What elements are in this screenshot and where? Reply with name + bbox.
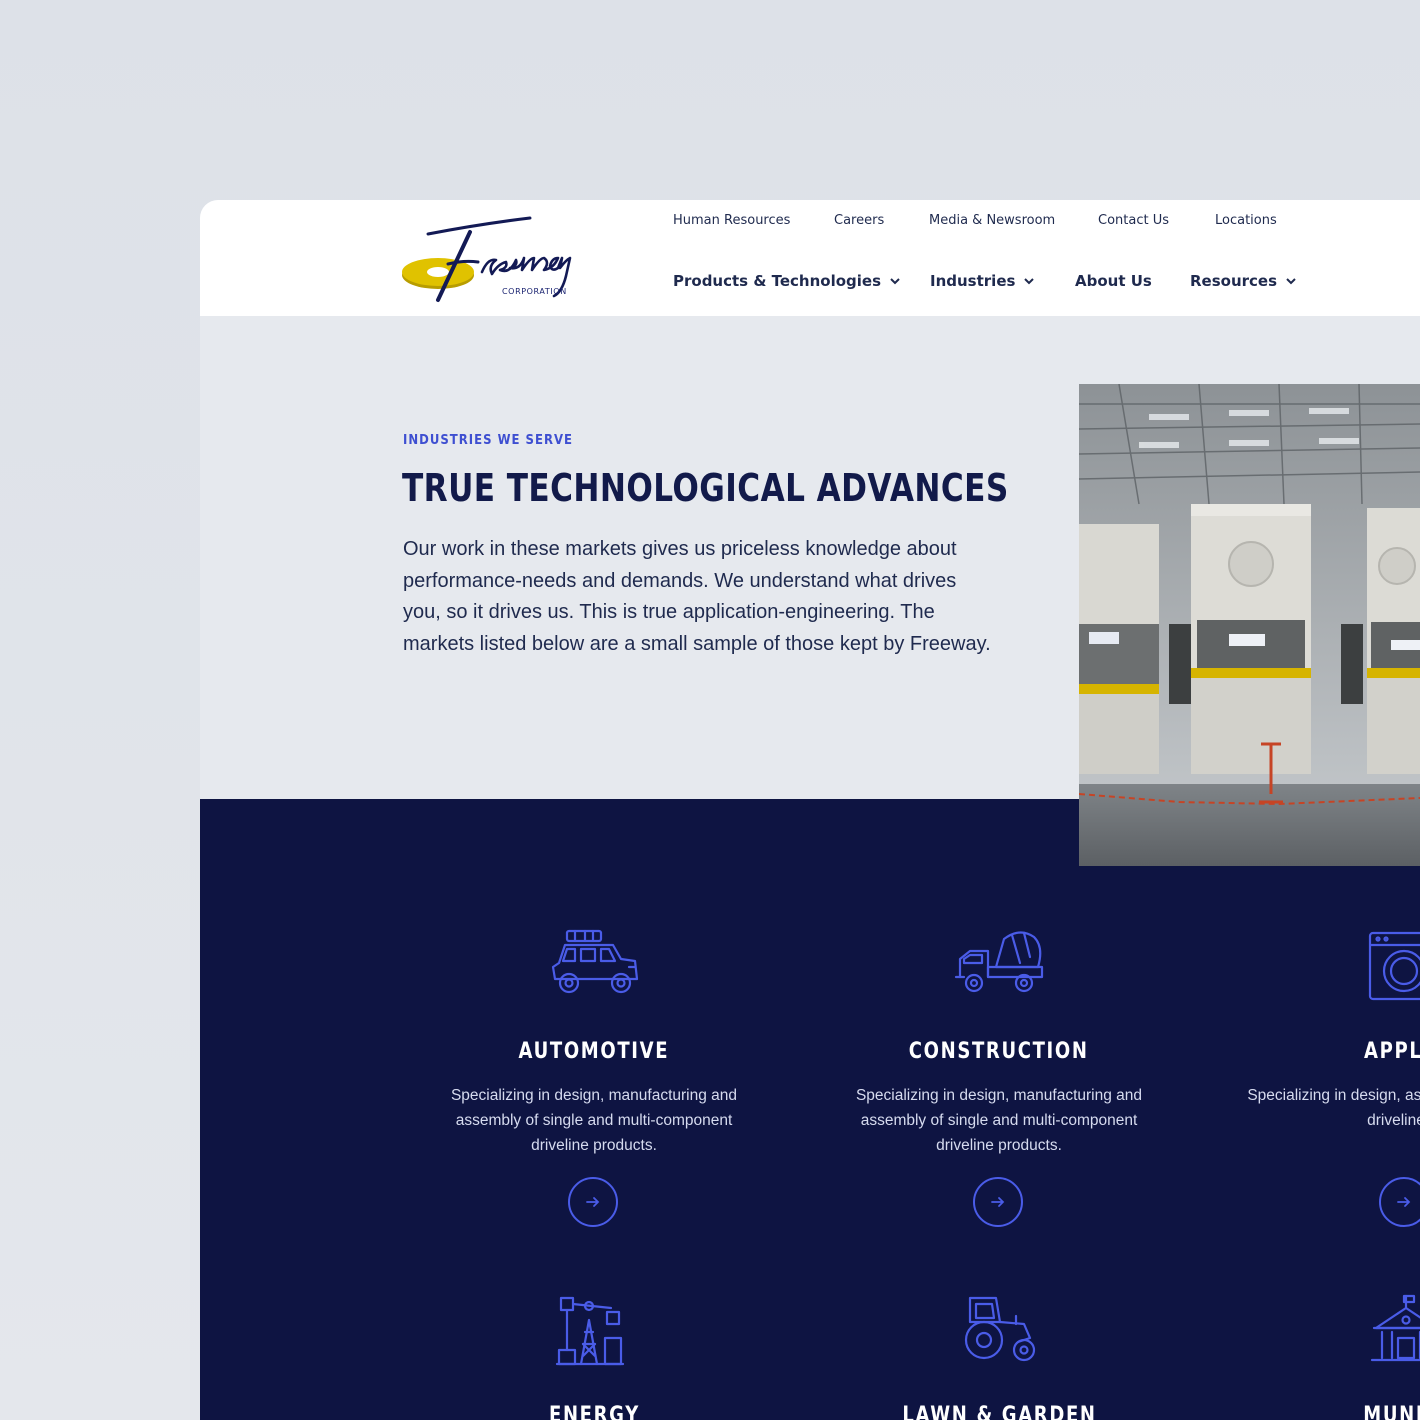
nav-link-media-newsroom[interactable]: Media & Newsroom [929, 213, 1055, 228]
nav-item-label: Resources [1190, 272, 1278, 290]
arrow-right-icon [1397, 1197, 1411, 1207]
industry-description: Specializing in design, manufacturing an… [855, 1087, 1143, 1154]
nav-item-products-technologies[interactable]: Products & Technologies [673, 272, 901, 290]
industry-arrow-button[interactable] [568, 1177, 618, 1227]
nav-item-resources[interactable]: Resources [1190, 272, 1297, 290]
main-nav: Products & Technologies Industries About… [200, 272, 1420, 294]
industry-description: Specializing in design, manufacturing an… [450, 1087, 738, 1154]
industries-section: AUTOMOTIVE Specializing in design, manuf… [200, 799, 1420, 1420]
cement-mixer-icon [954, 931, 1044, 993]
oil-pump-icon [555, 1296, 625, 1366]
industry-title: MUNICI [1362, 1403, 1420, 1420]
industry-card-automotive: AUTOMOTIVE Specializing in design, manuf… [429, 799, 759, 1239]
nav-link-locations[interactable]: Locations [1215, 213, 1277, 228]
industry-title: CONSTRUCTION [909, 1039, 1089, 1064]
industry-title: LAWN & GARDEN [901, 1403, 1097, 1420]
industry-description: Specializing in design, assembly of sing… [1247, 1087, 1420, 1129]
nav-link-careers[interactable]: Careers [834, 213, 884, 228]
chevron-down-icon [1286, 278, 1296, 285]
washing-machine-icon [1368, 931, 1420, 1001]
hero-title: TRUE TECHNOLOGICAL ADVANCES [402, 466, 1009, 510]
browser-frame: CORPORATION Human Resources Careers Medi… [200, 200, 1420, 1420]
factory-photo [1079, 384, 1420, 866]
industry-card-energy: ENERGY [429, 1279, 759, 1420]
industry-title: ENERGY [548, 1403, 640, 1420]
site-header: CORPORATION Human Resources Careers Medi… [200, 200, 1420, 316]
nav-item-label: Products & Technologies [673, 272, 882, 290]
nav-item-industries[interactable]: Industries [930, 272, 1035, 290]
chevron-down-icon [1024, 278, 1035, 285]
hero-description: Our work in these markets gives us price… [403, 538, 991, 655]
car-icon [551, 929, 639, 994]
nav-item-label: Industries [930, 272, 1016, 290]
arrow-right-icon [586, 1197, 600, 1207]
hero-eyebrow: INDUSTRIES WE SERVE [403, 433, 574, 448]
industry-card-municipal: MUNICI [1240, 1279, 1420, 1420]
tractor-icon [964, 1296, 1036, 1362]
industry-title: APPLIA [1363, 1039, 1420, 1064]
industry-card-lawn-garden: LAWN & GARDEN [834, 1279, 1164, 1420]
nav-item-about-us[interactable]: About Us [1075, 272, 1152, 290]
industry-arrow-button[interactable] [1379, 1177, 1420, 1227]
nav-link-contact-us[interactable]: Contact Us [1098, 213, 1169, 228]
chevron-down-icon [890, 278, 900, 285]
utility-nav: Human Resources Careers Media & Newsroom… [200, 213, 1420, 233]
nav-link-human-resources[interactable]: Human Resources [673, 213, 790, 228]
arrow-right-icon [991, 1197, 1005, 1207]
industry-title: AUTOMOTIVE [518, 1039, 670, 1064]
municipal-building-icon [1370, 1294, 1420, 1362]
industry-arrow-button[interactable] [973, 1177, 1023, 1227]
nav-item-label: About Us [1075, 272, 1152, 290]
